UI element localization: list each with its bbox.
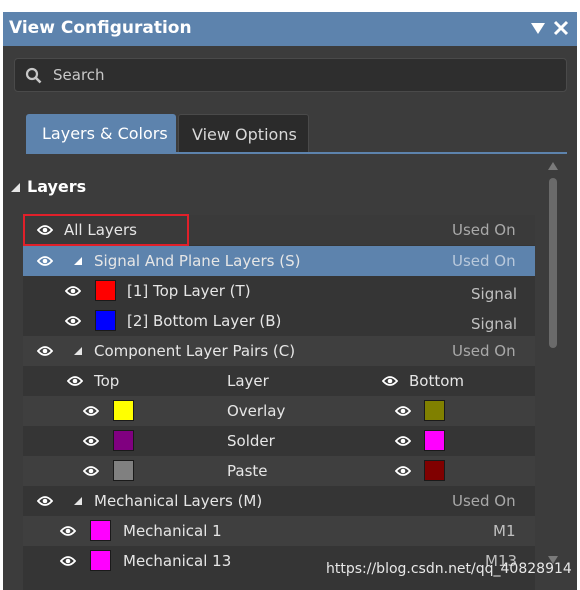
pair-row-paste[interactable]: Paste	[23, 456, 535, 486]
eye-icon[interactable]	[83, 434, 99, 448]
highlight-box	[23, 214, 189, 246]
eye-icon[interactable]	[83, 404, 99, 418]
view-configuration-panel: View Configuration Search Layers & Color…	[3, 12, 577, 590]
color-swatch[interactable]	[95, 280, 116, 301]
used-on-header: Used On	[452, 342, 516, 360]
collapse-triangle-icon[interactable]	[74, 257, 82, 265]
search-input[interactable]: Search	[14, 58, 567, 92]
eye-icon[interactable]	[395, 404, 411, 418]
color-swatch[interactable]	[95, 310, 116, 331]
mechanical-layers-row[interactable]: Mechanical Layers (M) Used On	[23, 486, 535, 516]
bottom-color-swatch[interactable]	[424, 430, 445, 451]
layer-type: Signal	[471, 315, 518, 333]
collapse-triangle-icon[interactable]	[11, 183, 20, 192]
pair-layer-name: Paste	[227, 462, 268, 480]
top-color-swatch[interactable]	[113, 460, 134, 481]
eye-icon[interactable]	[37, 254, 53, 268]
eye-icon[interactable]	[83, 464, 99, 478]
tab-view-options[interactable]: View Options	[178, 114, 309, 152]
pair-layer-name: Solder	[227, 432, 275, 450]
eye-icon[interactable]	[65, 314, 81, 328]
watermark-text: https://blog.csdn.net/qq_40828914	[326, 561, 572, 577]
pair-layer-name: Overlay	[227, 402, 286, 420]
layer-row-mechanical-1[interactable]: Mechanical 1 M1	[23, 516, 535, 546]
layer-name: [2] Bottom Layer (B)	[127, 312, 282, 330]
collapse-triangle-icon[interactable]	[74, 497, 82, 505]
bottom-color-swatch[interactable]	[424, 460, 445, 481]
panel-title-bar[interactable]: View Configuration	[3, 12, 577, 46]
layer-row-bottom-layer[interactable]: [2] Bottom Layer (B) Signal	[23, 306, 535, 336]
group-label: Mechanical Layers (M)	[94, 492, 263, 510]
eye-icon[interactable]	[37, 344, 53, 358]
close-icon[interactable]	[552, 19, 570, 37]
search-icon	[25, 67, 42, 84]
pair-row-solder[interactable]: Solder	[23, 426, 535, 456]
top-color-swatch[interactable]	[113, 400, 134, 421]
component-layer-pairs-row[interactable]: Component Layer Pairs (C) Used On	[23, 336, 535, 366]
signal-and-plane-layers-row[interactable]: Signal And Plane Layers (S) Used On	[23, 246, 535, 276]
eye-icon[interactable]	[37, 494, 53, 508]
eye-icon[interactable]	[60, 554, 76, 568]
layer-name: Mechanical 1	[123, 522, 222, 540]
layer-name: [1] Top Layer (T)	[127, 282, 251, 300]
used-on-header: Used On	[452, 492, 516, 510]
search-placeholder: Search	[53, 66, 105, 84]
top-color-swatch[interactable]	[113, 430, 134, 451]
panel-title: View Configuration	[9, 18, 192, 38]
collapse-triangle-icon[interactable]	[74, 347, 82, 355]
tab-label: Layers & Colors	[42, 124, 168, 143]
group-label: Signal And Plane Layers (S)	[94, 252, 301, 270]
group-label: Component Layer Pairs (C)	[94, 342, 296, 360]
tab-underline	[26, 152, 567, 154]
layer-row-top-layer[interactable]: [1] Top Layer (T) Signal	[23, 276, 535, 306]
color-swatch[interactable]	[90, 550, 111, 571]
used-on-header: Used On	[452, 252, 516, 270]
layer-column-header: Layer	[227, 372, 269, 390]
eye-icon[interactable]	[65, 284, 81, 298]
eye-icon[interactable]	[60, 524, 76, 538]
layer-type: Signal	[471, 285, 518, 303]
scroll-up-arrow-icon[interactable]	[548, 162, 558, 170]
triangle-down-icon[interactable]	[529, 19, 547, 37]
used-on-header: Used On	[452, 221, 516, 239]
section-label: Layers	[27, 177, 87, 196]
pair-row-overlay[interactable]: Overlay	[23, 396, 535, 426]
scrollbar-thumb[interactable]	[549, 178, 557, 348]
eye-icon[interactable]	[382, 374, 398, 388]
tab-label: View Options	[192, 125, 297, 144]
bottom-column-header: Bottom	[409, 372, 465, 390]
eye-icon[interactable]	[395, 464, 411, 478]
window-top-strip	[0, 0, 580, 12]
layer-name: Mechanical 13	[123, 552, 232, 570]
color-swatch[interactable]	[90, 520, 111, 541]
component-pairs-header-row: Top Layer Bottom	[23, 366, 535, 396]
top-column-header: Top	[94, 372, 120, 390]
eye-icon[interactable]	[67, 374, 83, 388]
vertical-scrollbar[interactable]	[546, 158, 560, 568]
layer-code: M1	[493, 522, 516, 540]
layers-tree: All Layers Used On Signal And Plane Laye…	[23, 215, 535, 590]
bottom-color-swatch[interactable]	[424, 400, 445, 421]
eye-icon[interactable]	[395, 434, 411, 448]
tab-layers-and-colors[interactable]: Layers & Colors	[26, 114, 176, 152]
